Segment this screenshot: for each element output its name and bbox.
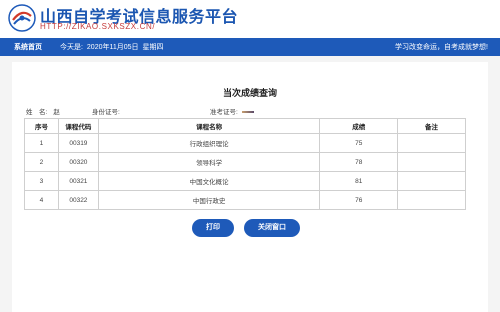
cell-score: 78 [319, 152, 399, 172]
table-row: 3 00321 中国文化概论 81 [24, 171, 466, 191]
nav-home-link[interactable]: 系统首页 [14, 42, 42, 52]
cell-course-code: 00322 [57, 190, 99, 210]
today-label: 今天是: [60, 44, 83, 51]
cell-course-name: 中国行政史 [97, 190, 321, 210]
cell-index: 4 [24, 190, 59, 210]
site-header: 山西自学考试信息服务平台 HTTP://ZIKAO.SXKSZX.CN/ [0, 0, 500, 38]
name-label: 姓 名: [26, 109, 48, 116]
cell-remark [397, 133, 466, 153]
cell-remark [397, 171, 466, 191]
redacted-value [241, 111, 254, 114]
site-url: HTTP://ZIKAO.SXKSZX.CN/ [40, 22, 156, 31]
cell-index: 1 [24, 133, 59, 153]
student-name: 姓 名: 赵 [26, 106, 60, 116]
logo-icon [8, 4, 36, 32]
top-navbar: 系统首页 今天是: 2020年11月05日 星期四 学习改变命运，自考成就梦想! [0, 38, 500, 56]
ticket-label: 准考证号: [210, 109, 238, 116]
header-course-name: 课程名称 [97, 118, 321, 134]
table-row: 1 00319 行政组织理论 75 [24, 133, 466, 153]
header-index: 序号 [24, 118, 59, 134]
cell-index: 2 [24, 152, 59, 172]
cell-index: 3 [24, 171, 59, 191]
page-title: 当次成绩查询 [222, 88, 277, 98]
close-window-button[interactable]: 关闭窗口 [244, 219, 300, 237]
cell-course-name: 中国文化概论 [97, 171, 321, 191]
cell-course-name: 行政组织理论 [97, 133, 321, 153]
id-label: 身份证号: [92, 109, 120, 116]
date-value: 2020年11月05日 [86, 44, 139, 51]
ticket-number: 准考证号: [210, 106, 254, 116]
cell-course-code: 00320 [57, 152, 99, 172]
weekday-value: 星期四 [142, 44, 164, 51]
cell-score: 81 [319, 171, 399, 191]
cell-course-code: 00319 [57, 133, 99, 153]
header-course-code: 课程代码 [57, 118, 99, 134]
name-value: 赵 [53, 109, 60, 116]
cell-remark [397, 190, 466, 210]
main-content: 当次成绩查询 姓 名: 赵 身份证号: 准考证号: 序号 课程代码 课程名称 成绩… [12, 62, 488, 312]
score-table: 序号 课程代码 课程名称 成绩 备注 1 00319 行政组织理论 75 2 0… [24, 118, 466, 210]
header-remark: 备注 [397, 118, 466, 134]
id-number: 身份证号: [92, 106, 120, 116]
cell-remark [397, 152, 466, 172]
print-button[interactable]: 打印 [192, 219, 234, 237]
cell-score: 76 [319, 190, 399, 210]
cell-course-code: 00321 [57, 171, 99, 191]
table-header-row: 序号 课程代码 课程名称 成绩 备注 [24, 118, 466, 134]
cell-score: 75 [319, 133, 399, 153]
table-row: 2 00320 领导科学 78 [24, 152, 466, 172]
today-date: 今天是: 2020年11月05日 星期四 [60, 42, 165, 52]
cell-course-name: 领导科学 [97, 152, 321, 172]
slogan: 学习改变命运，自考成就梦想! [395, 44, 488, 51]
table-row: 4 00322 中国行政史 76 [24, 190, 466, 210]
header-score: 成绩 [319, 118, 399, 134]
